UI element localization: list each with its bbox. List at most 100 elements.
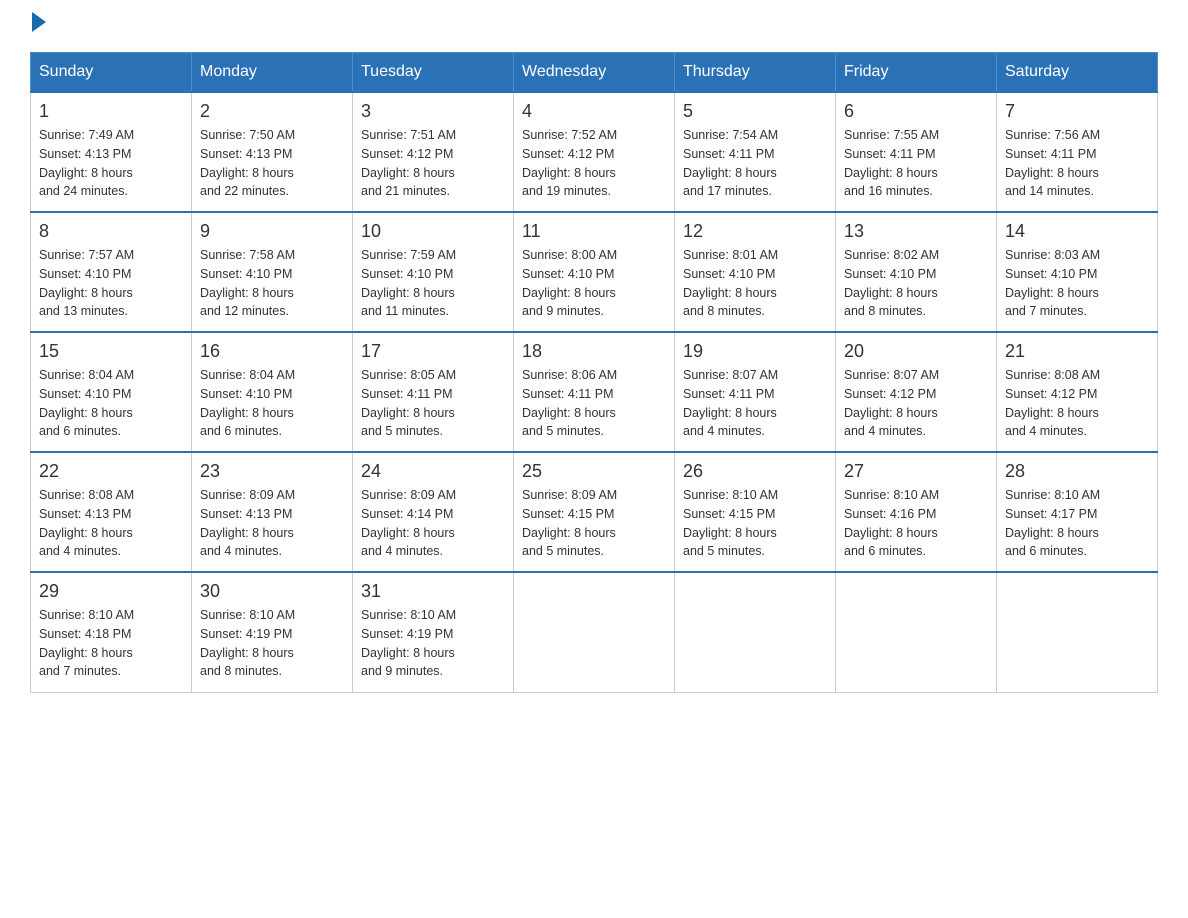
day-info: Sunrise: 8:00 AMSunset: 4:10 PMDaylight:… [522,246,666,321]
day-number: 28 [1005,461,1149,482]
calendar-header-saturday: Saturday [997,53,1158,93]
day-info: Sunrise: 8:10 AMSunset: 4:19 PMDaylight:… [200,606,344,681]
day-info: Sunrise: 7:49 AMSunset: 4:13 PMDaylight:… [39,126,183,201]
calendar-cell: 15 Sunrise: 8:04 AMSunset: 4:10 PMDayligh… [31,332,192,452]
day-info: Sunrise: 8:02 AMSunset: 4:10 PMDaylight:… [844,246,988,321]
calendar-header-thursday: Thursday [675,53,836,93]
calendar-header-row: SundayMondayTuesdayWednesdayThursdayFrid… [31,53,1158,93]
day-info: Sunrise: 8:06 AMSunset: 4:11 PMDaylight:… [522,366,666,441]
day-number: 16 [200,341,344,362]
calendar-header-tuesday: Tuesday [353,53,514,93]
day-number: 9 [200,221,344,242]
calendar-cell: 8Sunrise: 7:57 AMSunset: 4:10 PMDaylight… [31,212,192,332]
calendar-cell: 27 Sunrise: 8:10 AMSunset: 4:16 PMDayligh… [836,452,997,572]
day-number: 23 [200,461,344,482]
day-number: 2 [200,101,344,122]
calendar-cell: 18 Sunrise: 8:06 AMSunset: 4:11 PMDayligh… [514,332,675,452]
day-number: 12 [683,221,827,242]
calendar-cell: 19 Sunrise: 8:07 AMSunset: 4:11 PMDayligh… [675,332,836,452]
calendar-cell: 9 Sunrise: 7:58 AMSunset: 4:10 PMDaylight… [192,212,353,332]
day-info: Sunrise: 8:10 AMSunset: 4:17 PMDaylight:… [1005,486,1149,561]
day-info: Sunrise: 8:03 AMSunset: 4:10 PMDaylight:… [1005,246,1149,321]
day-info: Sunrise: 8:10 AMSunset: 4:19 PMDaylight:… [361,606,505,681]
day-number: 22 [39,461,183,482]
day-info: Sunrise: 8:10 AMSunset: 4:18 PMDaylight:… [39,606,183,681]
calendar-cell: 2 Sunrise: 7:50 AMSunset: 4:13 PMDaylight… [192,92,353,212]
calendar-cell: 3 Sunrise: 7:51 AMSunset: 4:12 PMDaylight… [353,92,514,212]
day-number: 27 [844,461,988,482]
day-number: 15 [39,341,183,362]
day-number: 25 [522,461,666,482]
day-info: Sunrise: 8:07 AMSunset: 4:12 PMDaylight:… [844,366,988,441]
day-number: 21 [1005,341,1149,362]
day-number: 6 [844,101,988,122]
calendar-cell: 13Sunrise: 8:02 AMSunset: 4:10 PMDayligh… [836,212,997,332]
day-info: Sunrise: 8:10 AMSunset: 4:15 PMDaylight:… [683,486,827,561]
day-info: Sunrise: 7:56 AMSunset: 4:11 PMDaylight:… [1005,126,1149,201]
day-number: 11 [522,221,666,242]
calendar-header-friday: Friday [836,53,997,93]
day-info: Sunrise: 8:09 AMSunset: 4:15 PMDaylight:… [522,486,666,561]
day-number: 5 [683,101,827,122]
calendar-cell: 24Sunrise: 8:09 AMSunset: 4:14 PMDayligh… [353,452,514,572]
calendar-cell [675,572,836,692]
day-number: 10 [361,221,505,242]
calendar-cell: 31 Sunrise: 8:10 AMSunset: 4:19 PMDayligh… [353,572,514,692]
day-number: 19 [683,341,827,362]
calendar-week-row: 8Sunrise: 7:57 AMSunset: 4:10 PMDaylight… [31,212,1158,332]
calendar-cell [514,572,675,692]
calendar-cell [836,572,997,692]
calendar-cell: 11 Sunrise: 8:00 AMSunset: 4:10 PMDayligh… [514,212,675,332]
calendar-cell: 30 Sunrise: 8:10 AMSunset: 4:19 PMDayligh… [192,572,353,692]
day-number: 20 [844,341,988,362]
day-info: Sunrise: 8:07 AMSunset: 4:11 PMDaylight:… [683,366,827,441]
calendar-cell: 7Sunrise: 7:56 AMSunset: 4:11 PMDaylight… [997,92,1158,212]
calendar-cell: 22Sunrise: 8:08 AMSunset: 4:13 PMDayligh… [31,452,192,572]
day-number: 26 [683,461,827,482]
day-info: Sunrise: 8:08 AMSunset: 4:12 PMDaylight:… [1005,366,1149,441]
day-info: Sunrise: 8:09 AMSunset: 4:13 PMDaylight:… [200,486,344,561]
day-info: Sunrise: 7:52 AMSunset: 4:12 PMDaylight:… [522,126,666,201]
calendar-cell: 12 Sunrise: 8:01 AMSunset: 4:10 PMDayligh… [675,212,836,332]
day-number: 8 [39,221,183,242]
day-info: Sunrise: 8:04 AMSunset: 4:10 PMDaylight:… [200,366,344,441]
day-info: Sunrise: 8:10 AMSunset: 4:16 PMDaylight:… [844,486,988,561]
calendar-cell: 17Sunrise: 8:05 AMSunset: 4:11 PMDayligh… [353,332,514,452]
logo [30,20,46,32]
calendar-cell: 5 Sunrise: 7:54 AMSunset: 4:11 PMDaylight… [675,92,836,212]
day-number: 3 [361,101,505,122]
day-number: 24 [361,461,505,482]
day-info: Sunrise: 7:58 AMSunset: 4:10 PMDaylight:… [200,246,344,321]
calendar-cell: 20 Sunrise: 8:07 AMSunset: 4:12 PMDayligh… [836,332,997,452]
calendar-cell: 14Sunrise: 8:03 AMSunset: 4:10 PMDayligh… [997,212,1158,332]
day-info: Sunrise: 7:50 AMSunset: 4:13 PMDaylight:… [200,126,344,201]
day-info: Sunrise: 7:54 AMSunset: 4:11 PMDaylight:… [683,126,827,201]
calendar-header-sunday: Sunday [31,53,192,93]
calendar-cell: 4 Sunrise: 7:52 AMSunset: 4:12 PMDaylight… [514,92,675,212]
page-header [30,20,1158,32]
day-info: Sunrise: 7:51 AMSunset: 4:12 PMDaylight:… [361,126,505,201]
calendar-cell: 6Sunrise: 7:55 AMSunset: 4:11 PMDaylight… [836,92,997,212]
calendar-cell: 16 Sunrise: 8:04 AMSunset: 4:10 PMDayligh… [192,332,353,452]
calendar-week-row: 29Sunrise: 8:10 AMSunset: 4:18 PMDayligh… [31,572,1158,692]
day-info: Sunrise: 7:59 AMSunset: 4:10 PMDaylight:… [361,246,505,321]
calendar-header-wednesday: Wednesday [514,53,675,93]
calendar-cell: 26 Sunrise: 8:10 AMSunset: 4:15 PMDayligh… [675,452,836,572]
day-number: 1 [39,101,183,122]
calendar-cell [997,572,1158,692]
calendar-week-row: 22Sunrise: 8:08 AMSunset: 4:13 PMDayligh… [31,452,1158,572]
day-number: 4 [522,101,666,122]
calendar-cell: 25 Sunrise: 8:09 AMSunset: 4:15 PMDayligh… [514,452,675,572]
calendar-week-row: 1 Sunrise: 7:49 AMSunset: 4:13 PMDaylight… [31,92,1158,212]
calendar-cell: 23 Sunrise: 8:09 AMSunset: 4:13 PMDayligh… [192,452,353,572]
calendar-cell: 10 Sunrise: 7:59 AMSunset: 4:10 PMDayligh… [353,212,514,332]
calendar-week-row: 15 Sunrise: 8:04 AMSunset: 4:10 PMDayligh… [31,332,1158,452]
day-info: Sunrise: 8:01 AMSunset: 4:10 PMDaylight:… [683,246,827,321]
day-info: Sunrise: 8:04 AMSunset: 4:10 PMDaylight:… [39,366,183,441]
calendar-header-monday: Monday [192,53,353,93]
day-number: 30 [200,581,344,602]
day-number: 31 [361,581,505,602]
day-number: 18 [522,341,666,362]
calendar-cell: 1 Sunrise: 7:49 AMSunset: 4:13 PMDaylight… [31,92,192,212]
calendar-cell: 28 Sunrise: 8:10 AMSunset: 4:17 PMDayligh… [997,452,1158,572]
